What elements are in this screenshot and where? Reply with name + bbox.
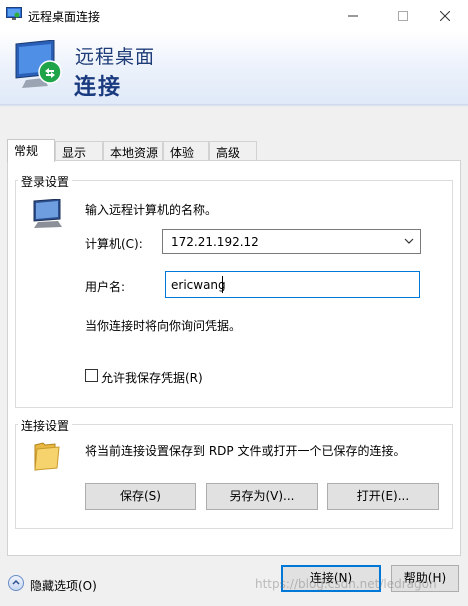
connection-description: 将当前连接设置保存到 RDP 文件或打开一个已保存的连接。 (85, 444, 406, 458)
hide-options-toggle[interactable] (8, 575, 24, 591)
computer-icon (33, 199, 62, 228)
window-title: 远程桌面连接 (28, 10, 101, 24)
tab-advanced[interactable]: 高级 (209, 141, 257, 161)
title-bar: 远程桌面连接 (0, 0, 468, 31)
username-input[interactable]: ericwang (165, 271, 420, 298)
save-credentials-label[interactable]: 允许我保存凭据(R) (101, 369, 203, 386)
connection-settings-group (15, 424, 453, 529)
tab-local-resources[interactable]: 本地资源 (103, 141, 163, 161)
chevron-down-icon (404, 238, 414, 244)
tab-display[interactable]: 显示 (55, 141, 103, 161)
username-value: ericwang (171, 278, 226, 292)
watermark: https://blog.csdn.net/ledragon (255, 577, 437, 591)
tab-label: 本地资源 (110, 146, 159, 160)
monitor-connection-icon (15, 40, 62, 88)
tab-label: 常规 (14, 144, 39, 158)
username-label: 用户名: (85, 280, 126, 294)
tab-experience[interactable]: 体验 (163, 141, 209, 161)
maximize-button[interactable] (380, 0, 426, 31)
open-button[interactable]: 打开(E)... (327, 483, 439, 510)
tab-general[interactable]: 常规 (7, 139, 55, 162)
remote-desktop-icon (6, 7, 22, 20)
save-credentials-checkbox[interactable] (85, 369, 98, 382)
computer-label: 计算机(C): (85, 237, 143, 251)
folder-icon (34, 442, 60, 471)
tab-label: 高级 (216, 146, 241, 160)
hide-options-label[interactable]: 隐藏选项(O) (30, 577, 97, 594)
banner-title-line2: 连接 (74, 75, 123, 100)
minimize-button[interactable] (330, 0, 376, 31)
maximize-icon (398, 10, 408, 21)
connection-settings-label: 连接设置 (18, 417, 73, 434)
computer-combobox[interactable]: 172.21.192.12 (162, 229, 421, 254)
computer-value: 172.21.192.12 (171, 235, 259, 249)
save-button[interactable]: 保存(S) (85, 483, 196, 510)
close-icon (440, 10, 450, 21)
save-as-button[interactable]: 另存为(V)... (206, 483, 318, 510)
tab-label: 显示 (62, 146, 87, 160)
chevron-up-icon (12, 579, 20, 585)
close-button[interactable] (422, 0, 468, 31)
minimize-icon (348, 15, 358, 16)
login-prompt: 输入远程计算机的名称。 (85, 203, 218, 217)
tab-label: 体验 (170, 146, 195, 160)
banner-divider (0, 104, 468, 107)
header-banner: 远程桌面 连接 (0, 31, 468, 104)
banner-title-line1: 远程桌面 (75, 46, 156, 68)
credentials-notice: 当你连接时将向你询问凭据。 (85, 319, 242, 333)
text-caret (222, 276, 223, 293)
login-settings-label: 登录设置 (18, 173, 73, 190)
